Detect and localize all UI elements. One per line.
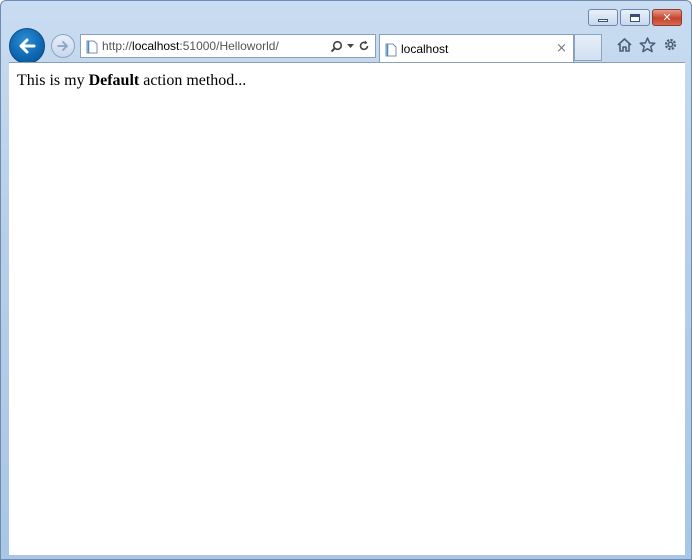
- home-icon[interactable]: [616, 37, 633, 53]
- minimize-button[interactable]: [588, 9, 618, 26]
- refresh-icon[interactable]: [358, 40, 370, 52]
- tab-close-icon[interactable]: ×: [556, 41, 567, 56]
- tab-page-icon: [385, 42, 397, 56]
- text-before: This is my: [17, 72, 89, 89]
- url-prefix: http://: [102, 39, 133, 53]
- address-tools: [330, 40, 375, 53]
- url-path: :51000/Helloworld/: [179, 39, 279, 53]
- back-arrow-icon: [19, 38, 36, 54]
- url-text[interactable]: http://localhost:51000/Helloworld/: [102, 39, 279, 53]
- browser-window: ✕ http://localhost:51000/Helloworld/ loc…: [0, 0, 692, 560]
- body-text: This is my Default action method...: [17, 72, 246, 90]
- minimize-icon: [598, 19, 608, 22]
- text-after: action method...: [139, 72, 247, 89]
- address-bar[interactable]: http://localhost:51000/Helloworld/: [80, 34, 376, 58]
- back-button[interactable]: [9, 28, 45, 64]
- close-icon: ✕: [662, 11, 672, 24]
- search-icon[interactable]: [330, 40, 343, 53]
- page-content: This is my Default action method...: [9, 62, 685, 555]
- maximize-button[interactable]: [620, 9, 650, 26]
- new-tab-button[interactable]: [574, 34, 602, 61]
- favorites-star-icon[interactable]: [639, 36, 656, 53]
- maximize-icon: [630, 13, 640, 22]
- tab-localhost[interactable]: localhost ×: [379, 34, 574, 62]
- forward-button[interactable]: [51, 34, 75, 58]
- window-controls: ✕: [586, 9, 682, 27]
- forward-arrow-icon: [57, 41, 68, 51]
- dropdown-icon[interactable]: [347, 43, 354, 49]
- toolbar-icons: [616, 36, 679, 53]
- close-window-button[interactable]: ✕: [652, 9, 682, 26]
- settings-gear-icon[interactable]: [662, 36, 679, 53]
- tab-title: localhost: [401, 41, 449, 56]
- text-bold: Default: [88, 72, 140, 89]
- page-icon: [86, 39, 98, 54]
- url-host: localhost: [132, 39, 180, 53]
